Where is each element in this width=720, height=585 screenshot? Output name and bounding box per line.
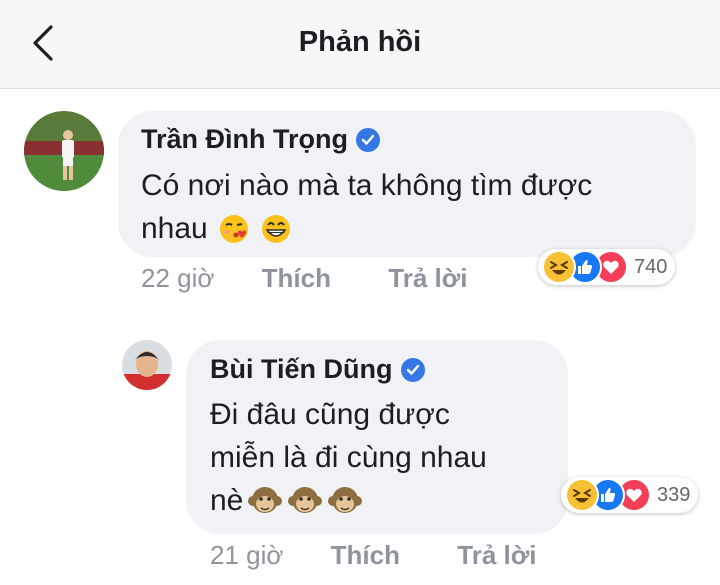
monkey-emoji-icon [288, 486, 323, 513]
reaction-count: 339 [657, 483, 691, 506]
comment-time[interactable]: 22 giờ [141, 263, 214, 293]
comment-time[interactable]: 21 giờ [210, 540, 283, 570]
reaction-summary[interactable]: 740 [538, 249, 676, 285]
comment-author[interactable]: Trần Đình Trọng [141, 124, 380, 155]
author-name[interactable]: Bùi Tiến Dũng [210, 354, 393, 385]
header-bar: Phản hồi [0, 0, 720, 89]
monkey-emoji-icon [328, 486, 363, 513]
haha-reaction-icon [542, 250, 576, 284]
reply-action[interactable]: Trả lời [388, 263, 467, 293]
reaction-count: 740 [634, 255, 668, 278]
comment-text: Có nơi nào mà ta không tìm được nhau [141, 169, 593, 245]
comment-text: Đi đâu cũng được miễn là đi cùng nhau nè [210, 398, 487, 517]
grinning-emoji-icon [261, 214, 290, 243]
like-action[interactable]: Thích [262, 263, 331, 293]
page-title: Phản hồi [298, 26, 422, 58]
author-name[interactable]: Trần Đình Trọng [141, 124, 348, 155]
verified-badge-icon [400, 357, 425, 382]
comment-meta: 22 giờ Thích Trả lời [141, 263, 467, 294]
verified-badge-icon [356, 127, 380, 152]
comment-meta: 21 giờ Thích Trả lời [210, 540, 536, 571]
avatar[interactable] [122, 340, 172, 390]
avatar[interactable] [24, 111, 104, 191]
monkey-emoji-icon [248, 486, 283, 513]
reaction-summary[interactable]: 339 [561, 477, 699, 513]
haha-reaction-icon [565, 478, 599, 512]
reply-action[interactable]: Trả lời [457, 540, 536, 570]
comment-author[interactable]: Bùi Tiến Dũng [210, 354, 425, 385]
like-action[interactable]: Thích [331, 540, 400, 570]
kissing-heart-emoji-icon [219, 214, 248, 243]
